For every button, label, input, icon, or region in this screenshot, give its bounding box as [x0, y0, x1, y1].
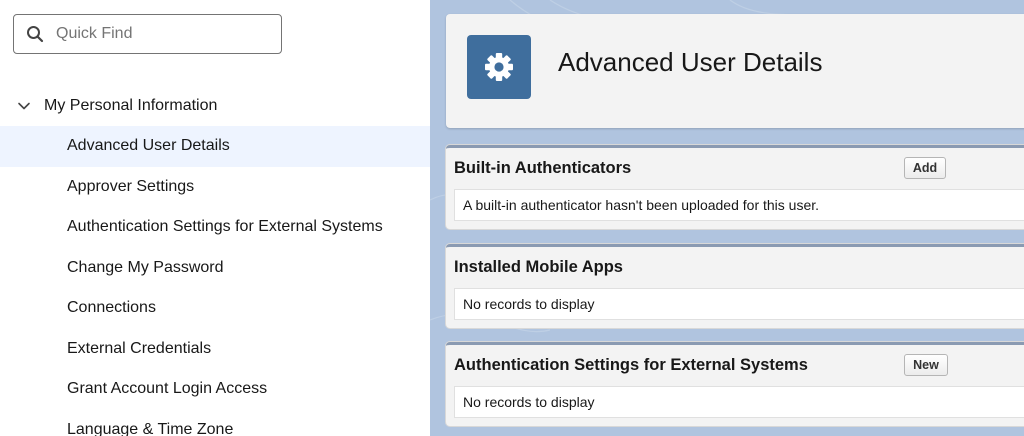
- main-content: Advanced User Details Built-in Authentic…: [430, 0, 1024, 436]
- section-header: Authentication Settings for External Sys…: [446, 345, 1024, 386]
- page-header: Advanced User Details: [446, 14, 1024, 128]
- section-title: Built-in Authenticators: [454, 159, 632, 177]
- nav-item-advanced-user-details[interactable]: Advanced User Details: [0, 126, 430, 167]
- section-message: No records to display: [454, 288, 1024, 320]
- nav-item-change-my-password[interactable]: Change My Password: [0, 248, 430, 289]
- nav-item-grant-account-login-access[interactable]: Grant Account Login Access: [0, 369, 430, 410]
- section-built-in-authenticators: Built-in Authenticators Add A built-in a…: [446, 145, 1024, 229]
- section-authentication-settings-external: Authentication Settings for External Sys…: [446, 342, 1024, 426]
- quick-find-input[interactable]: [56, 25, 256, 43]
- page-title: Advanced User Details: [558, 47, 823, 77]
- tree-section-label: My Personal Information: [44, 97, 218, 114]
- section-title: Installed Mobile Apps: [454, 258, 623, 276]
- section-installed-mobile-apps: Installed Mobile Apps No records to disp…: [446, 244, 1024, 328]
- section-message: No records to display: [454, 386, 1024, 418]
- section-message: A built-in authenticator hasn't been upl…: [454, 189, 1024, 221]
- chevron-down-icon[interactable]: [16, 98, 32, 114]
- section-header: Built-in Authenticators Add: [446, 148, 1024, 189]
- setup-sidebar: My Personal Information Advanced User De…: [0, 0, 430, 436]
- gear-icon: [467, 35, 531, 99]
- nav-item-approver-settings[interactable]: Approver Settings: [0, 167, 430, 208]
- new-button[interactable]: New: [904, 354, 948, 376]
- section-title: Authentication Settings for External Sys…: [454, 356, 808, 374]
- quick-find-box[interactable]: [13, 14, 282, 54]
- nav-item-connections[interactable]: Connections: [0, 288, 430, 329]
- search-icon: [26, 25, 44, 43]
- nav-item-authentication-settings[interactable]: Authentication Settings for External Sys…: [0, 207, 430, 248]
- tree-section-my-personal-information[interactable]: My Personal Information: [0, 86, 430, 126]
- nav-item-external-credentials[interactable]: External Credentials: [0, 329, 430, 370]
- nav-item-language-time-zone[interactable]: Language & Time Zone: [0, 410, 430, 436]
- section-header: Installed Mobile Apps: [446, 247, 1024, 288]
- nav-list: Advanced User Details Approver Settings …: [0, 126, 430, 436]
- add-button[interactable]: Add: [904, 157, 946, 179]
